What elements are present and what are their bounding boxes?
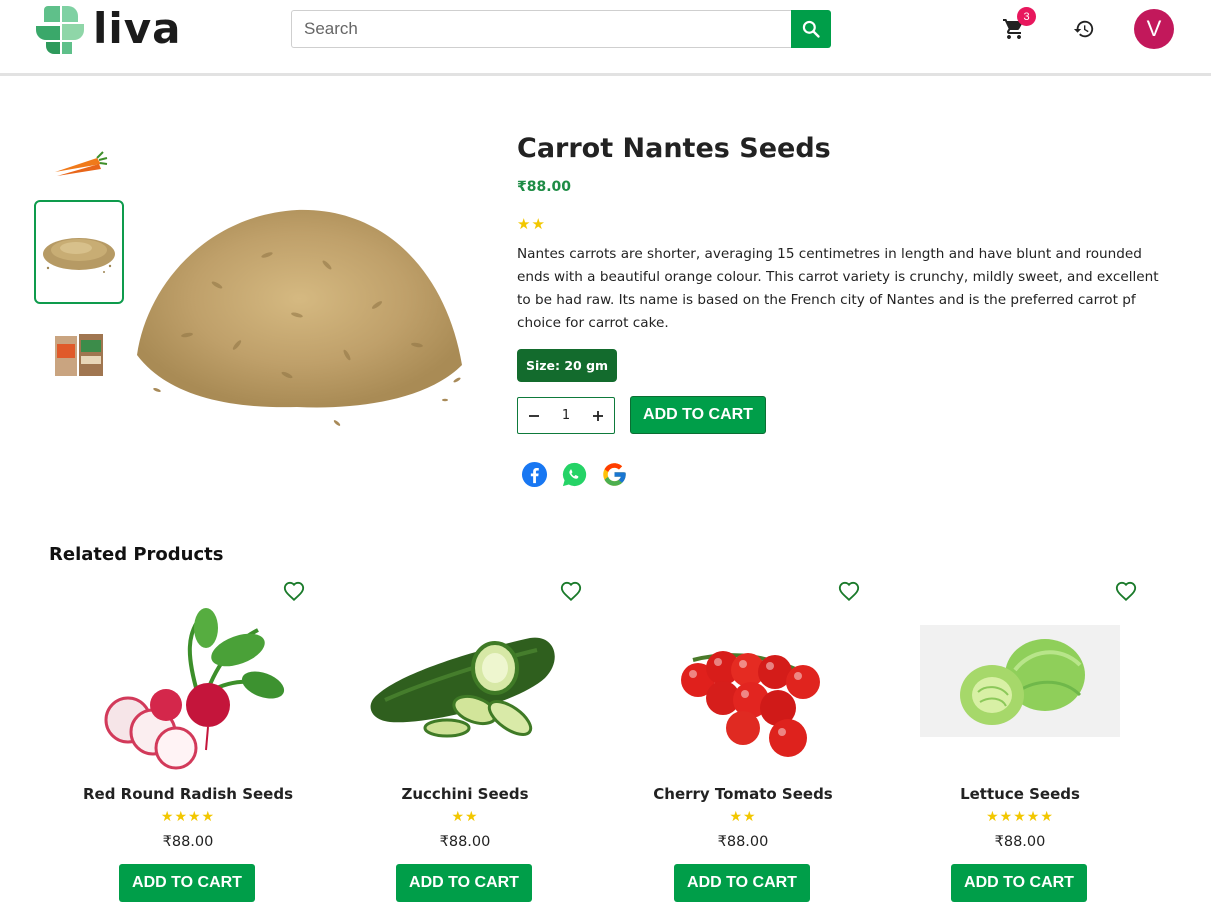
add-to-cart-button[interactable]: ADD TO CART — [674, 864, 810, 902]
product-card-name[interactable]: Red Round Radish Seeds — [58, 785, 318, 803]
search-input[interactable] — [291, 10, 792, 48]
lettuce-image — [920, 625, 1120, 737]
logo-mark-icon — [36, 6, 84, 54]
product-card-cherry-tomato[interactable]: Cherry Tomato Seeds ★★ ₹88.00 ADD TO CAR… — [613, 578, 873, 908]
product-card-name[interactable]: Zucchini Seeds — [335, 785, 595, 803]
cart-count-badge: 3 — [1017, 7, 1036, 26]
zucchini-image — [370, 637, 555, 738]
product-card-stars: ★★★★ — [160, 809, 216, 825]
increase-quantity-button[interactable] — [590, 408, 606, 424]
add-to-cart-button[interactable]: ADD TO CART — [396, 864, 532, 902]
product-card-name[interactable]: Lettuce Seeds — [890, 785, 1150, 803]
facebook-icon — [521, 461, 547, 487]
add-to-cart-button[interactable]: ADD TO CART — [630, 396, 766, 434]
thumbnail-seeds[interactable] — [34, 200, 124, 304]
share-facebook-button[interactable] — [520, 460, 548, 488]
related-products-heading: Related Products — [49, 544, 224, 565]
product-card-price: ₹88.00 — [439, 834, 491, 850]
product-card-name[interactable]: Cherry Tomato Seeds — [613, 785, 873, 803]
product-card-price: ₹88.00 — [717, 834, 769, 850]
product-card-lettuce[interactable]: Lettuce Seeds ★★★★★ ₹88.00 ADD TO CART — [890, 578, 1150, 908]
search-bar — [291, 10, 831, 48]
product-card-radish[interactable]: Red Round Radish Seeds ★★★★ ₹88.00 ADD T… — [58, 578, 318, 908]
history-icon — [1073, 20, 1094, 38]
product-rating-stars: ★★ — [517, 215, 546, 233]
whatsapp-icon — [562, 462, 586, 486]
logo[interactable]: liva — [34, 4, 181, 56]
size-option-button[interactable]: Size: 20 gm — [517, 349, 617, 382]
user-avatar[interactable]: V — [1134, 9, 1174, 49]
logo-text: liva — [93, 4, 182, 53]
share-whatsapp-button[interactable] — [560, 460, 588, 488]
product-card-price: ₹88.00 — [162, 834, 214, 850]
quantity-stepper: 1 — [517, 397, 615, 434]
share-google-button[interactable] — [600, 460, 628, 488]
product-card-price: ₹88.00 — [994, 834, 1046, 850]
add-to-cart-button[interactable]: ADD TO CART — [119, 864, 255, 902]
product-card-zucchini[interactable]: Zucchini Seeds ★★ ₹88.00 ADD TO CART — [335, 578, 595, 908]
product-description: Nantes carrots are shorter, averaging 15… — [517, 246, 1159, 331]
add-to-cart-button[interactable]: ADD TO CART — [951, 864, 1087, 902]
cherry-tomato-image — [681, 651, 820, 757]
decrease-quantity-button[interactable] — [526, 408, 542, 424]
search-button[interactable] — [791, 10, 831, 48]
plus-icon — [593, 410, 603, 421]
top-header: liva 3 V — [0, 0, 1211, 76]
product-card-stars: ★★★★★ — [986, 809, 1054, 825]
google-icon — [602, 462, 626, 486]
carrot-thumbnail-image — [55, 151, 108, 176]
thumbnail-packet[interactable] — [34, 303, 124, 407]
radish-image — [104, 608, 285, 770]
minus-icon — [529, 414, 539, 417]
product-main-image — [137, 209, 462, 426]
product-title: Carrot Nantes Seeds — [517, 133, 831, 164]
quantity-value[interactable]: 1 — [562, 408, 570, 423]
product-price: ₹88.00 — [517, 179, 572, 195]
product-card-stars: ★★ — [451, 809, 479, 825]
seeds-thumbnail-image — [43, 238, 115, 273]
thumbnail-carrot[interactable] — [34, 110, 124, 214]
search-icon — [802, 20, 820, 38]
product-card-stars: ★★ — [729, 809, 757, 825]
order-history-button[interactable] — [1071, 16, 1097, 42]
packet-thumbnail-image — [55, 334, 103, 376]
